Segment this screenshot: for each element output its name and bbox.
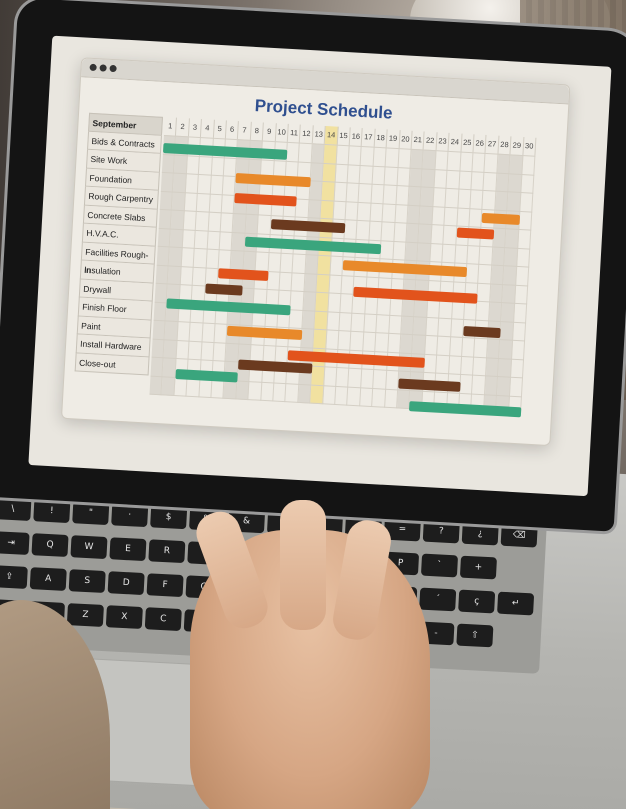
middle-finger [280,500,326,630]
keyboard-key[interactable]: + [459,555,497,580]
keyboard-key[interactable]: ⇥ [0,531,30,555]
day-header: 5 [213,119,227,139]
day-header: 1 [163,117,178,136]
day-header: 20 [399,130,413,149]
day-header: 19 [386,129,401,149]
day-header: 4 [201,119,215,138]
keyboard-key[interactable]: S [68,569,106,594]
day-header: 26 [473,134,487,153]
keyboard-key[interactable]: F [146,573,184,598]
task-label: Close-out [74,352,150,376]
window-maximize-dot[interactable] [109,64,117,73]
keyboard-key[interactable]: ç [458,589,496,614]
laptop-screen: Project Schedule September Bids & Contra… [28,35,612,497]
typing-hand [190,500,430,809]
day-header: 18 [374,128,388,148]
keyboard-key[interactable]: ` [420,553,459,578]
keyboard-key[interactable]: ´ [419,587,457,612]
schedule-window: Project Schedule September Bids & Contra… [60,57,571,447]
window-close-dot[interactable] [89,63,97,72]
laptop-lid: Project Schedule September Bids & Contra… [0,0,626,532]
keyboard-key[interactable]: Q [31,533,69,558]
day-header: 12 [300,124,314,144]
day-header: 21 [411,130,425,150]
day-header: 16 [349,127,364,147]
keyboard-key[interactable]: ¿ [461,521,499,546]
keyboard-key[interactable]: " [72,501,110,526]
day-header: 30 [523,137,537,156]
keyboard-key[interactable]: $ [150,505,188,530]
day-header: 25 [461,133,475,153]
photo-scene: esc✱☼⊞⊟◐◑◀◀▶‖▶▶◁◁)◁))⏻\!"·$%&/()=?¿⌫⇥QWE… [0,0,626,809]
task-label-column: September Bids & Contracts Site Work Fou… [74,112,163,376]
ring-finger [329,517,395,643]
day-header: 24 [448,132,463,152]
day-header: 29 [510,136,525,156]
day-header: 28 [498,135,512,155]
day-header: 22 [423,131,438,151]
day-header: 17 [362,128,376,147]
keyboard-key[interactable]: C [144,607,182,632]
day-header: 23 [436,132,450,151]
keyboard-key[interactable]: ↵ [497,591,535,616]
keyboard-key[interactable]: R [148,539,186,564]
keyboard-key[interactable]: ⇪ [0,565,28,589]
keyboard-key[interactable]: ⇧ [456,623,494,648]
day-header: 14 [324,126,339,145]
day-header: 8 [250,121,265,141]
day-header: 15 [337,126,351,146]
day-header: 11 [287,123,302,143]
day-header: 27 [485,135,500,154]
keyboard-key[interactable]: A [29,567,67,591]
day-header: 13 [312,125,326,144]
day-header: 3 [188,118,203,138]
keyboard-key[interactable]: \ [0,497,32,522]
day-header: 9 [263,122,277,142]
keyboard-key[interactable]: Z [66,603,104,627]
keyboard-key[interactable]: · [111,503,149,528]
gantt-grid: 1 2 3 4 5 6 7 8 9 10 11 12 13 14 15 16 17 18 19 20 21 22 23 24 2… [149,117,537,418]
keyboard-key[interactable]: ⌫ [500,523,538,548]
task-bar[interactable] [481,212,520,225]
keyboard-key[interactable]: E [109,537,147,562]
window-minimize-dot[interactable] [99,64,107,72]
keyboard-key[interactable]: ! [33,499,71,524]
day-header: 7 [238,121,252,140]
keyboard-key[interactable]: X [105,605,143,630]
keyboard-key[interactable]: ? [422,519,460,544]
keyboard-key[interactable]: D [107,571,145,596]
day-header: 6 [225,120,240,140]
day-header: 10 [275,123,289,142]
keyboard-key[interactable]: W [70,535,108,560]
day-header: 2 [176,117,190,137]
